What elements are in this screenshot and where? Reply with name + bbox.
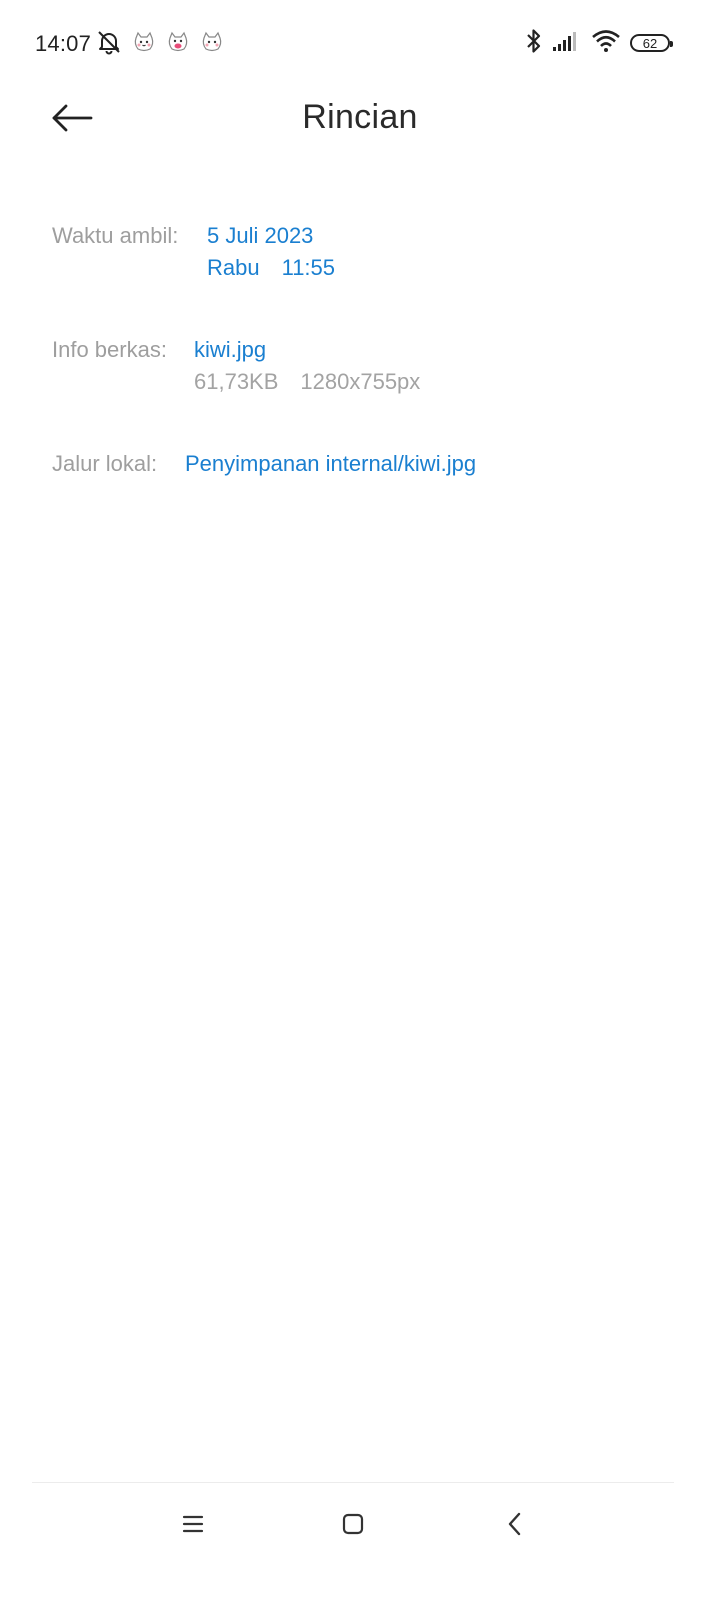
taken-day-time: Rabu 11:55 <box>207 252 335 284</box>
taken-time-row: Waktu ambil: 5 Juli 2023 Rabu 11:55 <box>52 220 335 280</box>
file-size: 61,73KB <box>194 369 279 394</box>
wifi-icon <box>591 29 621 58</box>
home-button[interactable] <box>323 1504 383 1548</box>
local-path-value: Penyimpanan internal/kiwi.jpg <box>185 448 476 480</box>
menu-icon <box>182 1514 204 1539</box>
signal-icon <box>552 30 582 57</box>
taken-clock: 11:55 <box>281 255 336 280</box>
taken-time-label: Waktu ambil: <box>52 223 179 248</box>
local-path-row: Jalur lokal: Penyimpanan internal/kiwi.j… <box>52 448 476 480</box>
page-title: Rincian <box>302 98 418 136</box>
cat-sticker-icon <box>132 30 156 59</box>
navigation-bar <box>0 1484 720 1600</box>
file-resolution: 1280x755px <box>300 369 421 394</box>
bluetooth-icon <box>525 27 543 60</box>
notification-icons <box>96 30 224 58</box>
file-info-row: Info berkas: kiwi.jpg 61,73KB 1280x755px <box>52 334 420 394</box>
status-bar: 14:07 62 <box>0 0 720 88</box>
local-path: Penyimpanan internal/kiwi.jpg <box>185 451 477 476</box>
recents-button[interactable] <box>163 1504 223 1548</box>
file-name: kiwi.jpg <box>194 337 267 362</box>
home-icon <box>342 1513 364 1540</box>
bell-off-icon <box>96 29 122 60</box>
nav-back-button[interactable] <box>485 1504 545 1548</box>
status-time: 14:07 <box>35 31 92 56</box>
system-icons: 62 <box>525 27 673 60</box>
local-path-label: Jalur lokal: <box>52 451 158 476</box>
battery-level: 62 <box>642 35 658 51</box>
file-info-label: Info berkas: <box>52 337 167 362</box>
battery-icon: 62 <box>630 34 673 52</box>
back-icon <box>507 1512 523 1541</box>
header: Rincian <box>0 88 720 152</box>
taken-date: 5 Juli 2023 <box>207 223 314 248</box>
cat-sticker-icon <box>200 30 224 59</box>
nav-divider <box>32 1482 674 1483</box>
cat-sticker-icon <box>166 30 190 59</box>
taken-day: Rabu <box>207 255 260 280</box>
file-info-value: kiwi.jpg 61,73KB 1280x755px <box>194 334 420 398</box>
file-meta: 61,73KB 1280x755px <box>194 366 420 398</box>
taken-time-value: 5 Juli 2023 Rabu 11:55 <box>207 220 335 284</box>
